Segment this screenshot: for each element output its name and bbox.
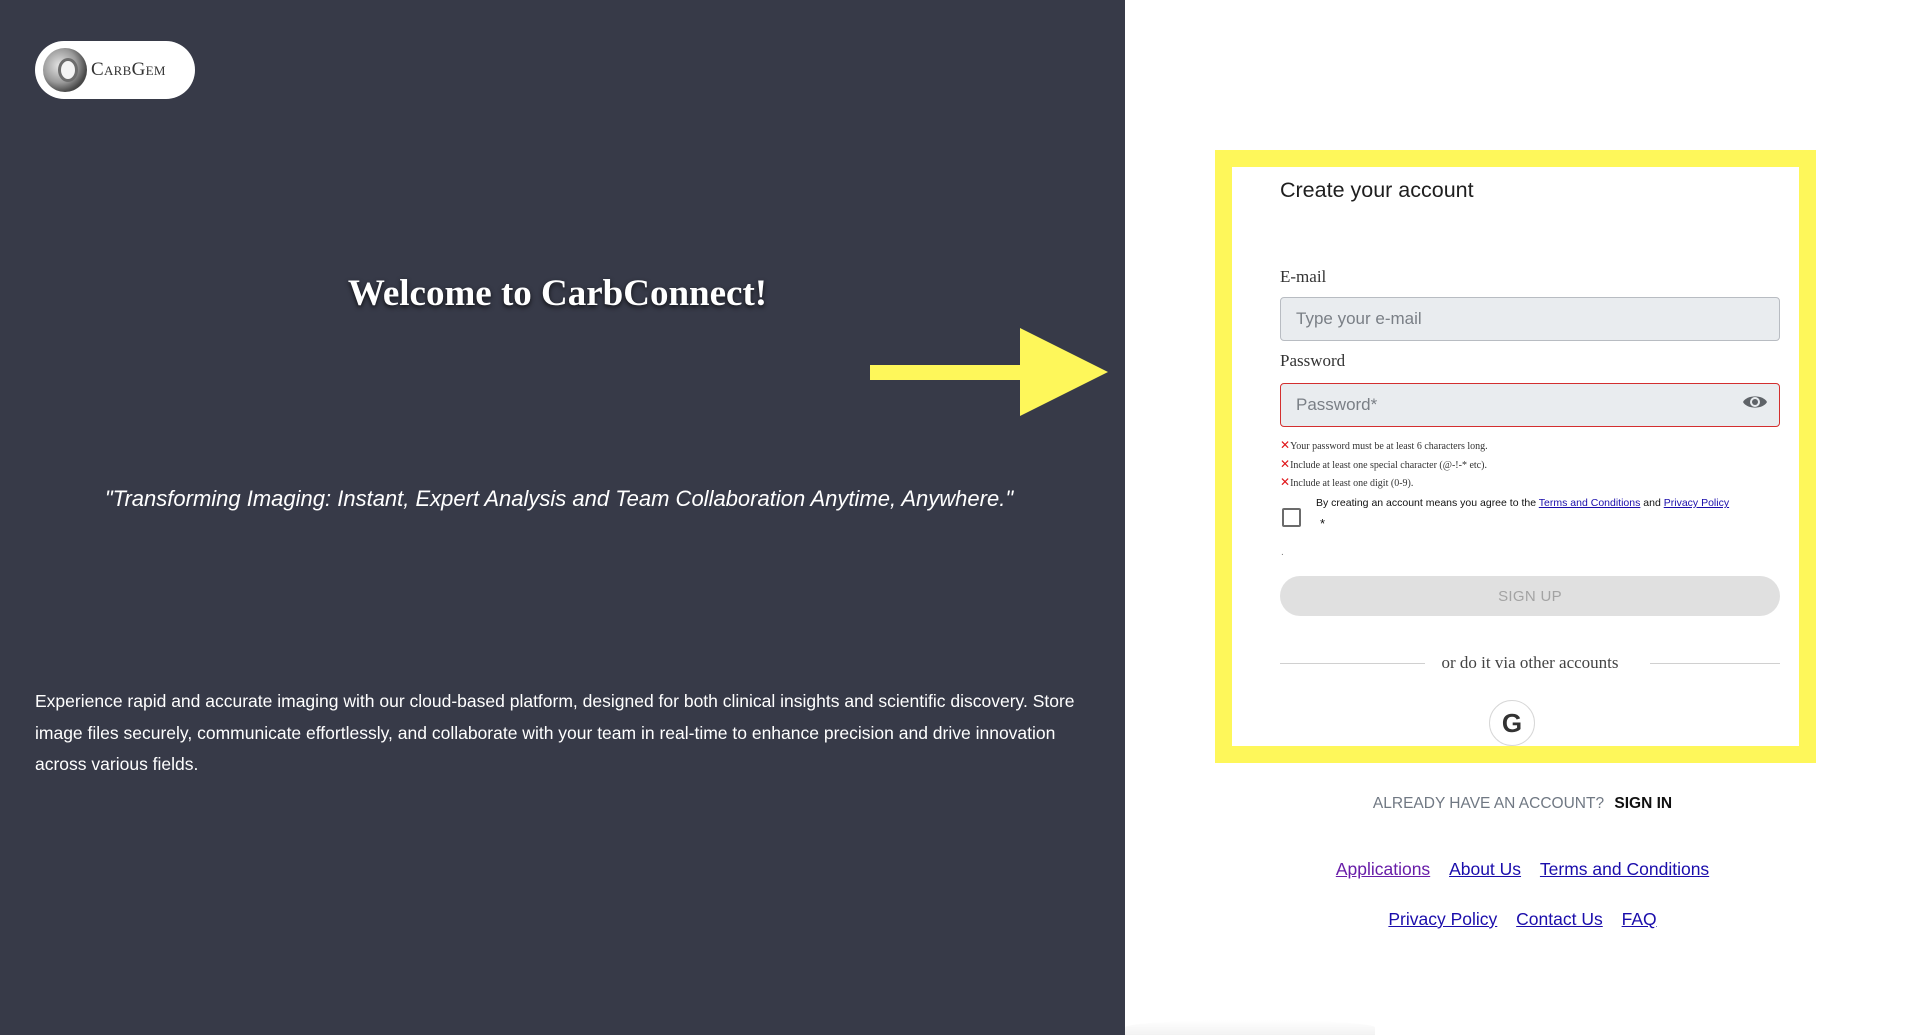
error-x-icon: ✕ — [1280, 475, 1291, 489]
terms-conditions-link[interactable]: Terms and Conditions — [1540, 859, 1709, 879]
signin-prompt: ALREADY HAVE AN ACCOUNT? SIGN IN — [1125, 795, 1920, 813]
google-signin-button[interactable]: G — [1489, 700, 1535, 746]
password-label: Password — [1280, 351, 1346, 370]
platform-description: Experience rapid and accurate imaging wi… — [35, 691, 1075, 774]
applications-link[interactable]: Applications — [1336, 859, 1430, 879]
error-x-icon: ✕ — [1280, 456, 1291, 471]
form-title: Create your account — [1280, 178, 1474, 202]
terms-link[interactable]: Terms and Conditions — [1539, 497, 1641, 509]
bottom-shadow — [1125, 1020, 1375, 1035]
password-input[interactable] — [1280, 383, 1780, 427]
required-asterisk: * — [1320, 516, 1326, 531]
sign-in-link[interactable]: SIGN IN — [1614, 795, 1672, 812]
password-rule: ✕Include at least one digit (0-9). — [1280, 475, 1414, 489]
error-x-icon: ✕ — [1280, 438, 1291, 452]
dot-text: . — [1281, 547, 1284, 558]
about-us-link[interactable]: About Us — [1449, 859, 1521, 879]
email-label: E-mail — [1280, 267, 1327, 286]
email-input[interactable] — [1280, 297, 1780, 341]
carbgem-logo-mark — [43, 48, 87, 92]
footer-links-row-1: Applications About Us Terms and Conditio… — [1125, 859, 1920, 880]
privacy-policy-link[interactable]: Privacy Policy — [1388, 909, 1497, 929]
privacy-link[interactable]: Privacy Policy — [1664, 497, 1729, 509]
divider-right — [1650, 663, 1780, 664]
annotation-arrow-icon — [870, 328, 1108, 416]
terms-agreement-text: By creating an account means you agree t… — [1316, 497, 1730, 509]
tagline: "Transforming Imaging: Instant, Expert A… — [104, 486, 1014, 511]
other-accounts-text: or do it via other accounts — [1441, 653, 1619, 672]
left-panel: CarbGem Welcome to CarbConnect! "Transfo… — [0, 0, 1125, 1035]
logo-text: CarbGem — [91, 59, 166, 80]
footer-links-row-2: Privacy Policy Contact Us FAQ — [1125, 909, 1920, 930]
sign-up-button[interactable]: SIGN UP — [1280, 576, 1780, 616]
password-rule: ✕Include at least one special character … — [1280, 456, 1487, 471]
terms-checkbox[interactable] — [1282, 508, 1301, 527]
eye-icon[interactable] — [1742, 393, 1768, 411]
divider-left — [1280, 663, 1425, 664]
carbgem-logo[interactable]: CarbGem — [35, 41, 195, 99]
password-rules: ✕Your password must be at least 6 charac… — [1280, 437, 1488, 493]
contact-us-link[interactable]: Contact Us — [1516, 909, 1603, 929]
password-rule: ✕Your password must be at least 6 charac… — [1280, 438, 1488, 452]
faq-link[interactable]: FAQ — [1622, 909, 1657, 929]
signin-question: ALREADY HAVE AN ACCOUNT? — [1372, 795, 1605, 812]
welcome-heading: Welcome to CarbConnect! — [347, 273, 768, 314]
google-icon: G — [1501, 707, 1523, 738]
